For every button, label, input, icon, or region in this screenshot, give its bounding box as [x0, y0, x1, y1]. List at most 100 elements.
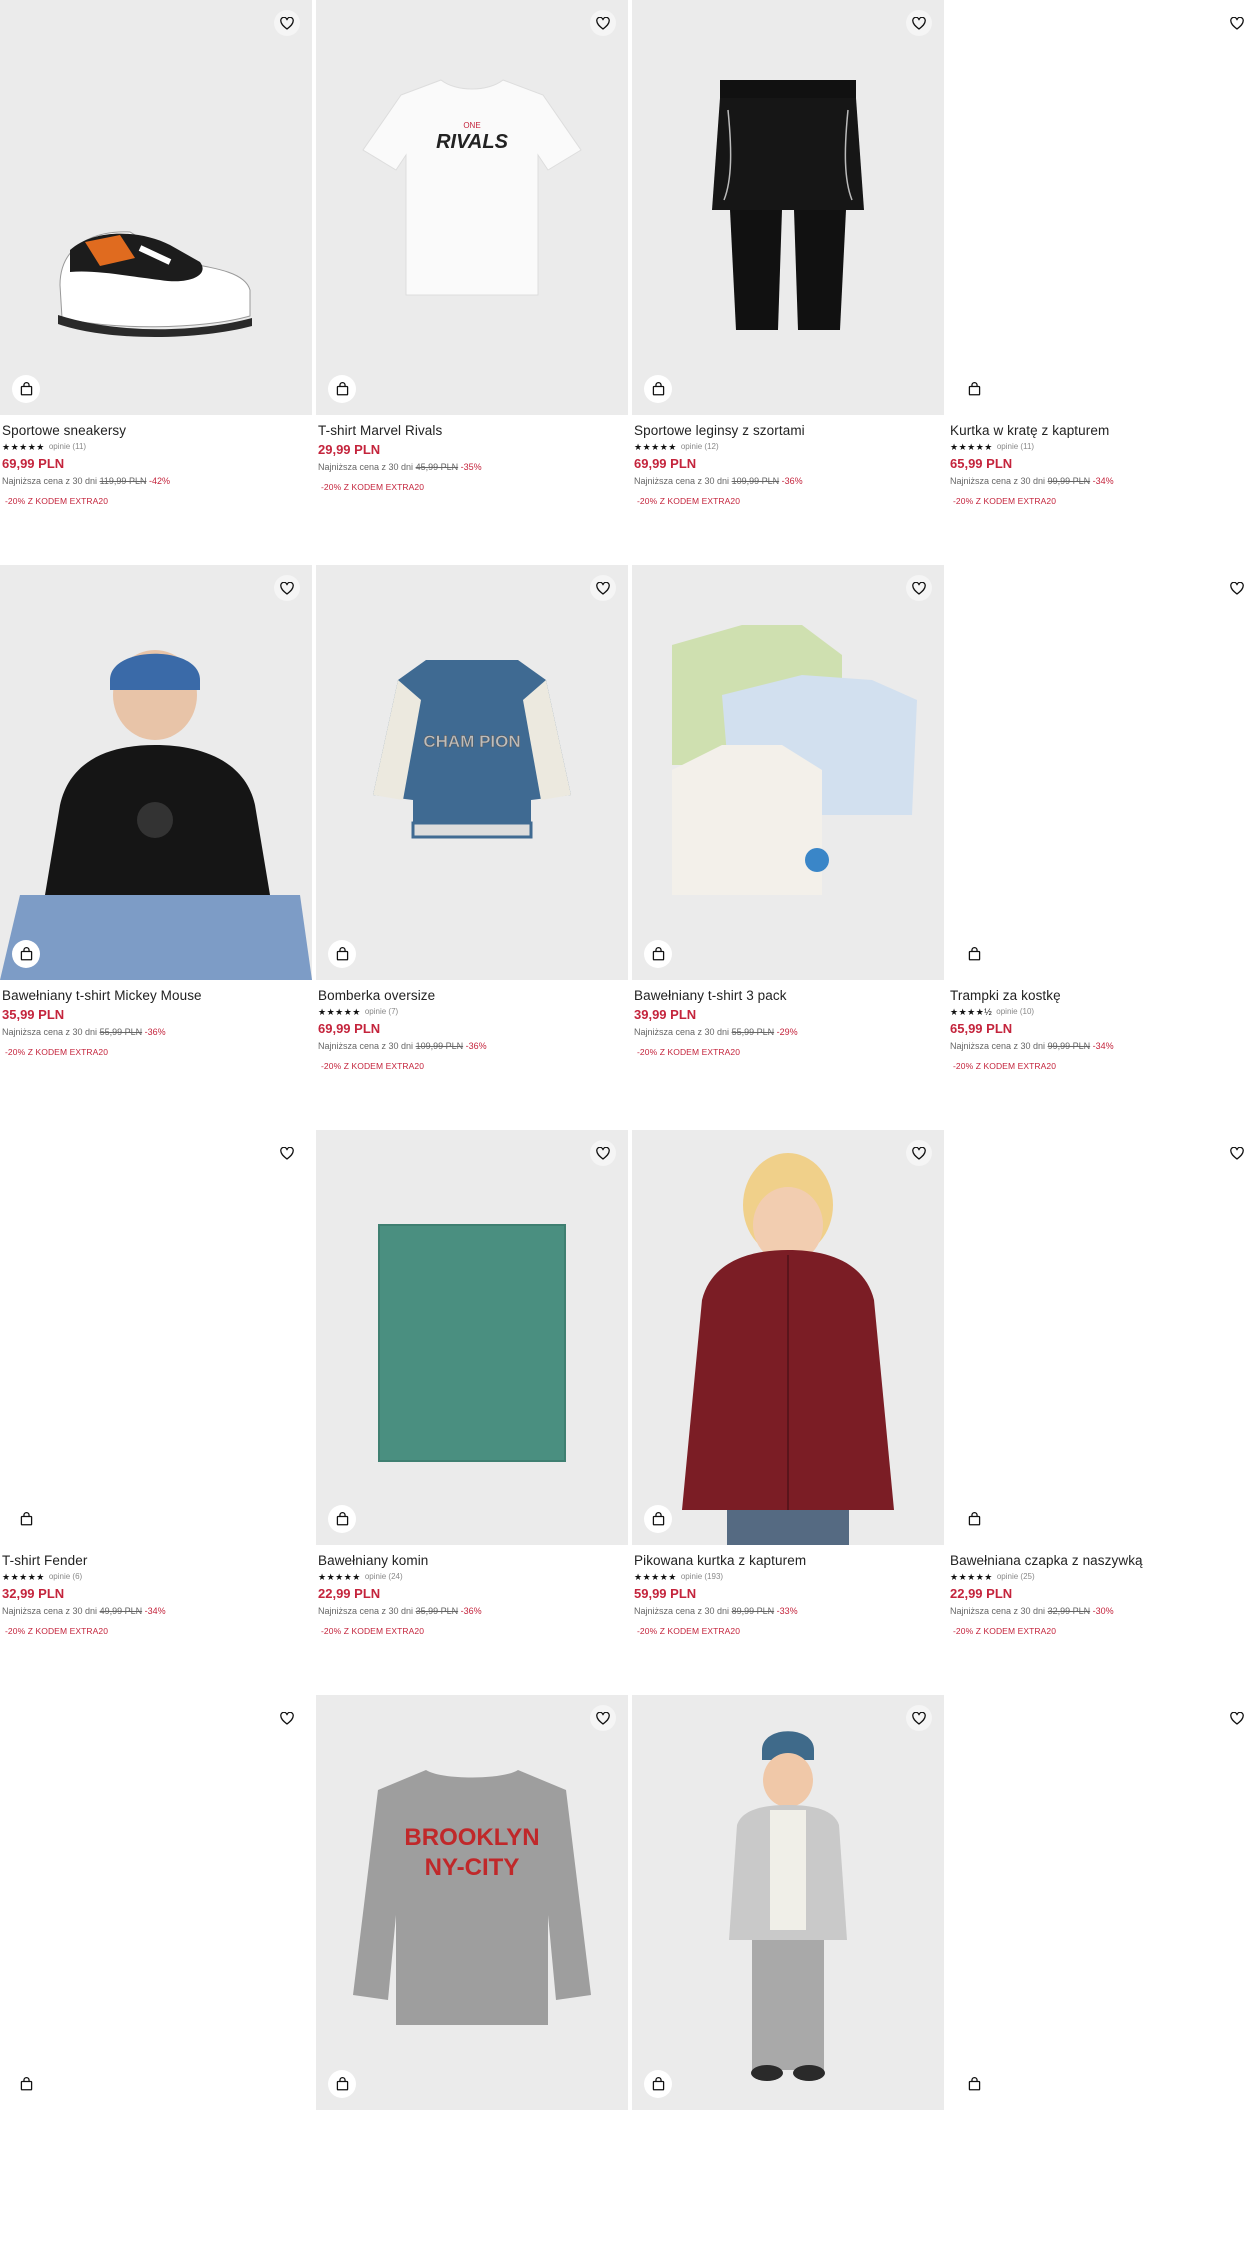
- product-card[interactable]: Sportowe leginsy z szortami ★★★★★ opinie…: [632, 0, 944, 565]
- favorite-button[interactable]: [1224, 1705, 1250, 1731]
- favorite-button[interactable]: [274, 575, 300, 601]
- add-to-cart-button[interactable]: [12, 1505, 40, 1533]
- add-to-cart-button[interactable]: [328, 375, 356, 403]
- discount-percent: -33%: [776, 1606, 798, 1616]
- product-title[interactable]: Bawełniana czapka z naszywką: [950, 1552, 1250, 1569]
- product-title[interactable]: Pikowana kurtka z kapturem: [634, 1552, 942, 1569]
- add-to-cart-button[interactable]: [960, 940, 988, 968]
- promo-code: -20% Z KODEM EXTRA20: [637, 496, 741, 506]
- add-to-cart-button[interactable]: [960, 1505, 988, 1533]
- rating: ★★★★★ opinie (12): [634, 441, 942, 453]
- lowest-price-info: Najniższa cena z 30 dni 35,99 PLN -36%: [318, 1605, 626, 1617]
- product-title[interactable]: Bawełniany t-shirt 3 pack: [634, 987, 942, 1004]
- review-count[interactable]: opinie (11): [49, 441, 86, 453]
- product-image[interactable]: [0, 1695, 312, 2110]
- product-image[interactable]: [0, 565, 312, 980]
- product-image[interactable]: [948, 0, 1250, 415]
- old-price: 89,99 PLN: [731, 1606, 775, 1616]
- product-image[interactable]: [632, 565, 944, 980]
- product-card[interactable]: [0, 1695, 312, 2260]
- product-card[interactable]: Bawełniany komin ★★★★★ opinie (24) 22,99…: [316, 1130, 628, 1695]
- review-count[interactable]: opinie (10): [996, 1006, 1034, 1018]
- favorite-button[interactable]: [906, 10, 932, 36]
- product-image[interactable]: [0, 0, 312, 415]
- product-image[interactable]: [632, 1130, 944, 1545]
- add-to-cart-button[interactable]: [644, 940, 672, 968]
- favorite-button[interactable]: [906, 1705, 932, 1731]
- product-card[interactable]: Kurtka w kratę z kapturem ★★★★★ opinie (…: [948, 0, 1250, 565]
- favorite-button[interactable]: [1224, 10, 1250, 36]
- add-to-cart-button[interactable]: [644, 1505, 672, 1533]
- product-card[interactable]: Bawełniany t-shirt 3 pack 39,99 PLN Najn…: [632, 565, 944, 1130]
- promo-code: -20% Z KODEM EXTRA20: [321, 1061, 425, 1071]
- favorite-button[interactable]: [274, 10, 300, 36]
- favorite-button[interactable]: [1224, 575, 1250, 601]
- favorite-button[interactable]: [590, 575, 616, 601]
- product-card[interactable]: ONE RIVALS T-shirt Marvel Rivals 29,99 P…: [316, 0, 628, 565]
- add-to-cart-button[interactable]: [12, 375, 40, 403]
- review-count[interactable]: opinie (7): [365, 1006, 398, 1018]
- favorite-button[interactable]: [906, 1140, 932, 1166]
- product-info: Trampki za kostkę ★★★★½ opinie (10) 65,9…: [948, 980, 1250, 1072]
- product-image[interactable]: [948, 1130, 1250, 1545]
- product-image[interactable]: BROOKLYN NY-CITY: [316, 1695, 628, 2110]
- product-title[interactable]: Bomberka oversize: [318, 987, 626, 1004]
- product-title[interactable]: T-shirt Marvel Rivals: [318, 422, 626, 439]
- favorite-button[interactable]: [1224, 1140, 1250, 1166]
- product-card[interactable]: Bawełniany t-shirt Mickey Mouse 35,99 PL…: [0, 565, 312, 1130]
- product-image[interactable]: [0, 1130, 312, 1545]
- product-card[interactable]: [632, 1695, 944, 2260]
- product-title[interactable]: Bawełniany komin: [318, 1552, 626, 1569]
- product-price: 29,99 PLN: [318, 442, 381, 457]
- product-image[interactable]: CHAM PION: [316, 565, 628, 980]
- star-icon: ★★★★★: [634, 442, 677, 452]
- review-count[interactable]: opinie (24): [365, 1571, 403, 1583]
- product-title[interactable]: Trampki za kostkę: [950, 987, 1250, 1004]
- lowest-price-label: Najniższa cena z 30 dni: [2, 1606, 98, 1616]
- product-card[interactable]: Pikowana kurtka z kapturem ★★★★★ opinie …: [632, 1130, 944, 1695]
- product-card[interactable]: CHAM PION Bomberka oversize ★★★★★ opinie…: [316, 565, 628, 1130]
- product-image[interactable]: [632, 1695, 944, 2110]
- add-to-cart-button[interactable]: [12, 940, 40, 968]
- old-price: 45,99 PLN: [415, 462, 459, 472]
- favorite-button[interactable]: [590, 1705, 616, 1731]
- review-count[interactable]: opinie (25): [997, 1571, 1035, 1583]
- rating: ★★★★★ opinie (25): [950, 1571, 1250, 1583]
- product-card[interactable]: [948, 1695, 1250, 2260]
- favorite-button[interactable]: [274, 1705, 300, 1731]
- heart-icon: [1230, 1146, 1244, 1160]
- review-count[interactable]: opinie (12): [681, 441, 719, 453]
- favorite-button[interactable]: [274, 1140, 300, 1166]
- product-title[interactable]: Sportowe sneakersy: [2, 422, 310, 439]
- product-title[interactable]: T-shirt Fender: [2, 1552, 310, 1569]
- heart-icon: [596, 1711, 610, 1725]
- product-card[interactable]: BROOKLYN NY-CITY: [316, 1695, 628, 2260]
- old-price: 119,99 PLN: [99, 476, 147, 486]
- product-title[interactable]: Sportowe leginsy z szortami: [634, 422, 942, 439]
- favorite-button[interactable]: [906, 575, 932, 601]
- favorite-button[interactable]: [590, 10, 616, 36]
- add-to-cart-button[interactable]: [644, 375, 672, 403]
- product-card[interactable]: Bawełniana czapka z naszywką ★★★★★ opini…: [948, 1130, 1250, 1695]
- review-count[interactable]: opinie (11): [997, 441, 1034, 453]
- product-image[interactable]: [948, 1695, 1250, 2110]
- favorite-button[interactable]: [590, 1140, 616, 1166]
- product-price: 22,99 PLN: [950, 1586, 1013, 1601]
- product-title[interactable]: Kurtka w kratę z kapturem: [950, 422, 1250, 439]
- product-image[interactable]: [316, 1130, 628, 1545]
- product-title[interactable]: Bawełniany t-shirt Mickey Mouse: [2, 987, 310, 1004]
- review-count[interactable]: opinie (193): [681, 1571, 723, 1583]
- sneaker-illustration: [58, 231, 252, 337]
- product-card[interactable]: Sportowe sneakersy ★★★★★ opinie (11) 69,…: [0, 0, 312, 565]
- product-image[interactable]: [632, 0, 944, 415]
- product-image[interactable]: [948, 565, 1250, 980]
- product-card[interactable]: Trampki za kostkę ★★★★½ opinie (10) 65,9…: [948, 565, 1250, 1130]
- svg-text:RIVALS: RIVALS: [436, 131, 509, 153]
- add-to-cart-button[interactable]: [328, 1505, 356, 1533]
- review-count[interactable]: opinie (6): [49, 1571, 82, 1583]
- product-card[interactable]: T-shirt Fender ★★★★★ opinie (6) 32,99 PL…: [0, 1130, 312, 1695]
- product-image[interactable]: ONE RIVALS: [316, 0, 628, 415]
- add-to-cart-button[interactable]: [960, 375, 988, 403]
- heart-icon: [280, 16, 294, 30]
- add-to-cart-button[interactable]: [328, 940, 356, 968]
